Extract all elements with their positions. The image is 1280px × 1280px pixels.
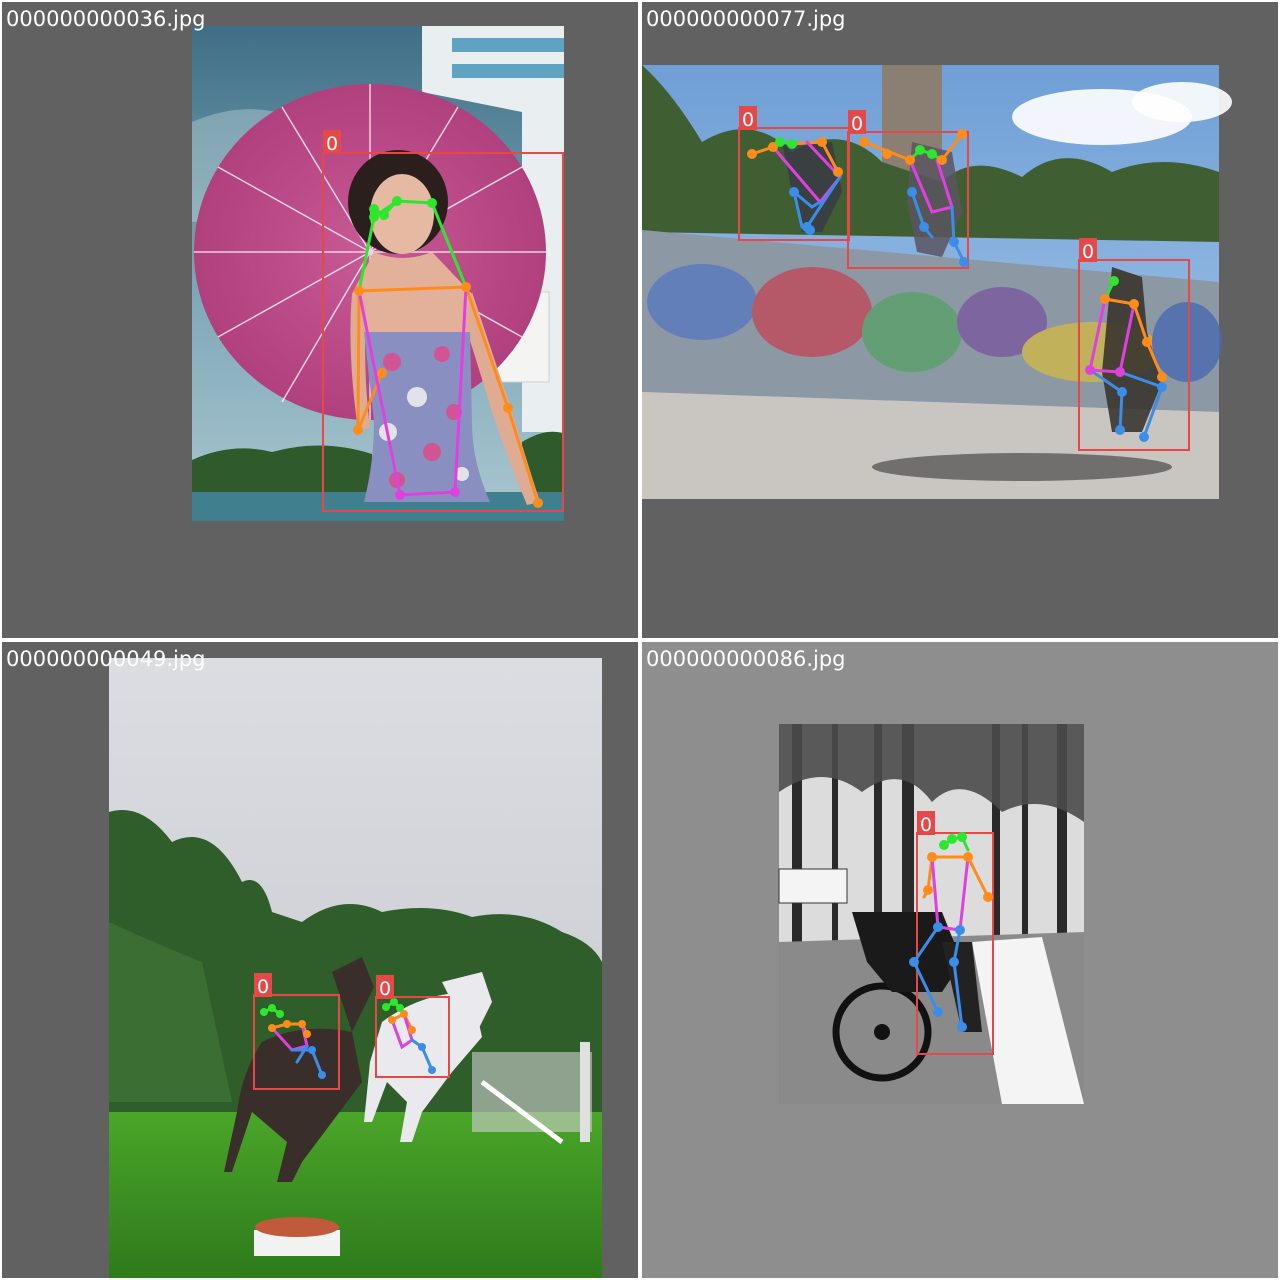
detection-label: 0 bbox=[851, 113, 863, 135]
detection-label: 0 bbox=[1082, 241, 1094, 263]
tile-4-canvas: 0 bbox=[778, 724, 1084, 1104]
tile-000000000077: 0 0 0 000000000077.jpg bbox=[642, 2, 1278, 638]
detection-label: 0 bbox=[742, 109, 754, 131]
tile-000000000036: 0 000000000036.jpg bbox=[2, 2, 638, 638]
photo-horse-jumping bbox=[109, 658, 602, 1278]
detection-label: 0 bbox=[920, 814, 932, 836]
detection-label: 0 bbox=[326, 133, 338, 155]
detection-label: 0 bbox=[257, 976, 269, 998]
photo-umbrella-woman bbox=[192, 26, 564, 521]
tile-2-canvas: 0 0 0 bbox=[642, 65, 1232, 499]
tile-000000000049: 0 0 000000000049.jpg bbox=[2, 642, 638, 1278]
image-mosaic: 0 000000000036.jpg 0 0 0 000000000077.jp… bbox=[0, 0, 1280, 1280]
tile-000000000086: 0 000000000086.jpg bbox=[642, 642, 1278, 1278]
photo-motorcycle-bw bbox=[778, 724, 1084, 1104]
tile-3-canvas: 0 0 bbox=[109, 658, 602, 1278]
detection-label: 0 bbox=[379, 978, 391, 1000]
tile-1-canvas: 0 bbox=[192, 26, 564, 521]
